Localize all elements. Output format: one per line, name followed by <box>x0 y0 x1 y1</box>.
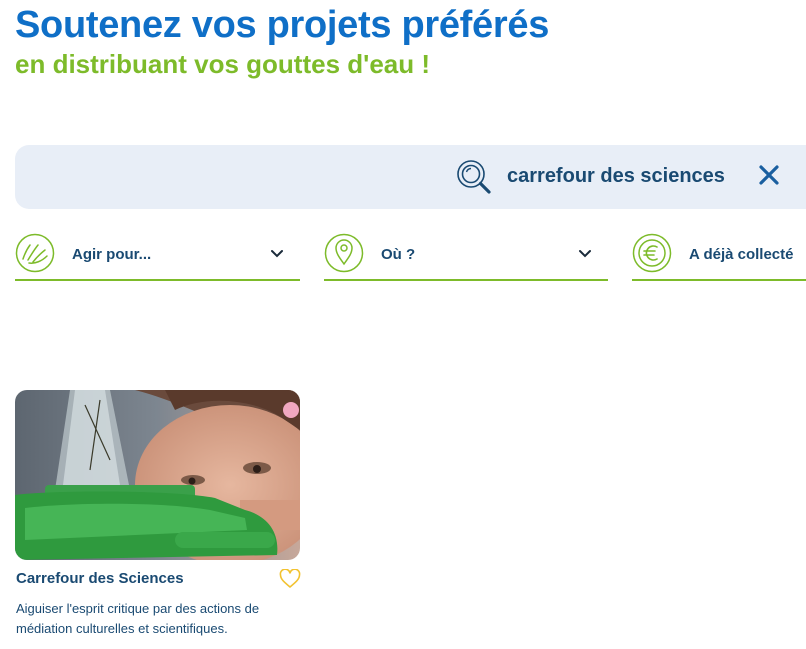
favorite-button[interactable] <box>279 569 301 589</box>
heart-icon <box>279 569 301 588</box>
project-title[interactable]: Carrefour des Sciences <box>16 570 184 587</box>
location-pin-icon <box>324 233 364 273</box>
filter-label: Agir pour... <box>72 246 152 263</box>
filter-deja-collecte[interactable]: A déjà collecté <box>632 231 806 281</box>
project-card[interactable]: Carrefour des Sciences Aiguiser l'esprit… <box>15 390 301 636</box>
project-image[interactable] <box>15 390 300 560</box>
hands-icon <box>15 233 55 273</box>
search-icon <box>457 160 491 194</box>
page-title: Soutenez vos projets préférés <box>15 4 550 46</box>
filter-label: A déjà collecté <box>689 246 794 263</box>
euro-icon <box>632 233 672 273</box>
chevron-down-icon <box>271 250 283 258</box>
filter-label: Où ? <box>381 246 416 263</box>
clear-search-button[interactable] <box>755 161 783 189</box>
project-description: Aiguiser l'esprit critique par des actio… <box>16 601 260 636</box>
page-subtitle: en distribuant vos gouttes d'eau ! <box>15 49 430 79</box>
filter-ou[interactable]: Où ? <box>324 231 608 281</box>
search-input[interactable]: carrefour des sciences <box>507 165 725 188</box>
close-icon <box>759 165 779 185</box>
search-bar[interactable]: carrefour des sciences <box>15 145 806 209</box>
filter-agir-pour[interactable]: Agir pour... <box>15 231 300 281</box>
chevron-down-icon <box>579 250 591 258</box>
